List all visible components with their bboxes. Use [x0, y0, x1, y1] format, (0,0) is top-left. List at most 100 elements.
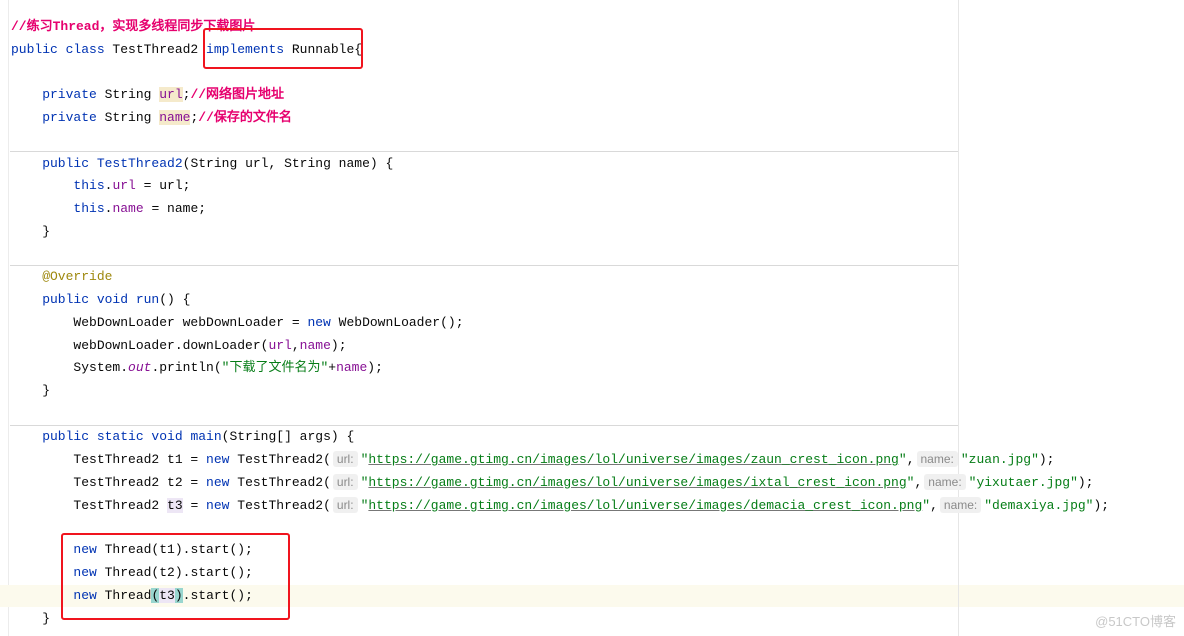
- code-token: );: [367, 360, 383, 376]
- code-line[interactable]: private String name;//保存的文件名: [11, 107, 1109, 130]
- code-line[interactable]: [11, 62, 1109, 85]
- parameter-hint: url:: [332, 496, 358, 513]
- code-token: url: [112, 178, 136, 194]
- code-token: }: [11, 223, 51, 239]
- code-token: //网络图片地址: [190, 87, 285, 103]
- code-token: private: [11, 87, 105, 103]
- parameter-hint: name:: [924, 474, 966, 490]
- code-token: ,: [291, 337, 300, 353]
- code-token: TestThread2: [11, 497, 168, 513]
- code-token: new: [206, 452, 238, 468]
- code-token: public: [11, 155, 97, 171]
- code-token: String: [104, 110, 160, 125]
- code-line[interactable]: this.name = name;: [11, 198, 1109, 221]
- code-line[interactable]: webDownLoader.downLoader(url,name);: [11, 335, 1109, 358]
- code-token: }: [11, 383, 51, 398]
- code-token: public static void: [11, 428, 191, 444]
- code-token: );: [330, 337, 347, 353]
- code-token: "demaxiya.jpg": [984, 497, 1094, 513]
- code-token: TestThread2(: [237, 452, 331, 468]
- code-token: String: [104, 87, 160, 103]
- parameter-hint: url:: [332, 451, 358, 468]
- code-token: "下载了文件名为": [221, 360, 329, 376]
- code-line[interactable]: TestThread2 t3 = new TestThread2(url: "ht…: [11, 494, 1109, 517]
- code-token: ": [898, 452, 907, 468]
- code-token: +: [328, 360, 337, 376]
- code-token: = url;: [135, 178, 191, 194]
- code-token: https://game.gtimg.cn/images/lol/univers…: [368, 497, 923, 513]
- code-line[interactable]: this.url = url;: [11, 175, 1109, 198]
- code-token: public class: [11, 41, 113, 57]
- code-token: https://game.gtimg.cn/images/lol/univers…: [368, 475, 907, 490]
- code-token: run: [135, 292, 160, 307]
- code-line[interactable]: System.out.println("下载了文件名为"+name);: [11, 357, 1109, 380]
- code-token: System.: [11, 360, 129, 376]
- code-line[interactable]: private String url;//网络图片地址: [11, 84, 1109, 107]
- code-token: () {: [159, 292, 191, 307]
- code-token: ,: [930, 497, 938, 513]
- code-line[interactable]: public void run() {: [11, 289, 1109, 312]
- code-line[interactable]: }: [11, 380, 1109, 403]
- code-token: new: [206, 475, 238, 490]
- parameter-hint: url:: [332, 474, 358, 490]
- code-token: ,: [914, 475, 923, 490]
- code-token: = name;: [143, 201, 207, 216]
- code-token: TestThread2: [96, 155, 183, 171]
- code-line[interactable]: public class TestThread2 implements Runn…: [11, 39, 1109, 62]
- code-token: "zuan.jpg": [960, 452, 1039, 468]
- code-token: this: [11, 178, 105, 194]
- code-token: TestThread2 t2 =: [11, 475, 207, 490]
- code-token: =: [182, 497, 207, 513]
- code-token: TestThread2: [112, 41, 207, 57]
- code-token: name: [336, 360, 368, 376]
- editor-gutter: [0, 0, 9, 636]
- code-token: TestThread2(: [237, 475, 331, 490]
- code-line[interactable]: [11, 244, 1109, 267]
- code-token: //保存的文件名: [198, 110, 292, 125]
- code-line[interactable]: WebDownLoader webDownLoader = new WebDow…: [11, 312, 1109, 335]
- code-token: public void: [11, 292, 136, 307]
- code-line[interactable]: TestThread2 t1 = new TestThread2(url: "ht…: [11, 448, 1109, 471]
- code-token: .println(: [151, 360, 222, 376]
- code-line[interactable]: public TestThread2(String url, String na…: [11, 153, 1109, 176]
- code-token: );: [1077, 475, 1094, 490]
- code-line[interactable]: //练习Thread，实现多线程同步下载图片: [11, 16, 1109, 39]
- code-token: main: [190, 428, 222, 444]
- code-token: name: [112, 201, 144, 216]
- code-line[interactable]: public static void main(String[] args) {: [11, 426, 1109, 449]
- code-line[interactable]: TestThread2 t2 = new TestThread2(url: "ht…: [11, 471, 1109, 494]
- annotation-box-implements: [203, 28, 363, 69]
- watermark: @51CTO博客: [1095, 614, 1176, 629]
- code-token: https://game.gtimg.cn/images/lol/univers…: [368, 452, 899, 468]
- code-token: );: [1093, 497, 1110, 513]
- code-token: name: [299, 337, 331, 353]
- annotation-box-thread-start: [61, 533, 290, 620]
- code-token: url: [268, 337, 292, 353]
- code-token: url: [159, 87, 183, 103]
- code-token: WebDownLoader();: [338, 314, 464, 330]
- parameter-hint: name:: [939, 496, 982, 513]
- code-token: ,: [906, 452, 915, 468]
- code-token: }: [11, 610, 51, 626]
- code-line[interactable]: }: [11, 221, 1109, 244]
- code-token: private: [11, 110, 105, 125]
- code-token: TestThread2 t1 =: [11, 452, 207, 468]
- code-token: "yixutaer.jpg": [968, 475, 1078, 490]
- parameter-hint: name:: [916, 451, 958, 468]
- code-token: name: [159, 110, 191, 125]
- code-token: WebDownLoader webDownLoader =: [11, 314, 308, 330]
- code-line[interactable]: [11, 130, 1109, 153]
- code-token: t3: [167, 497, 183, 513]
- code-line[interactable]: @Override: [11, 266, 1109, 289]
- code-line[interactable]: [11, 403, 1109, 426]
- code-token: new: [307, 314, 339, 330]
- code-token: new: [206, 497, 238, 513]
- code-token: webDownLoader.downLoader(: [11, 337, 269, 353]
- code-token: @Override: [11, 269, 113, 285]
- code-token: );: [1038, 452, 1055, 468]
- code-token: TestThread2(: [237, 497, 331, 513]
- code-token: (String url, String name) {: [182, 155, 394, 171]
- code-token: out: [128, 360, 152, 376]
- code-token: ": [922, 497, 931, 513]
- code-token: (String[] args) {: [221, 428, 355, 444]
